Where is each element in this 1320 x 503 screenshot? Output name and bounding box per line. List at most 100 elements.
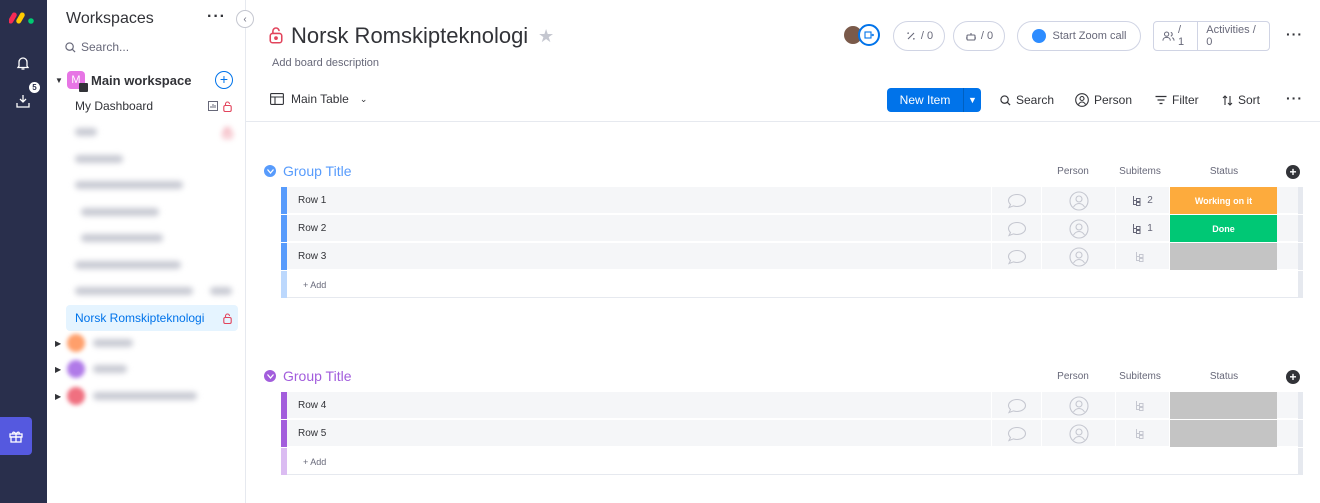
view-selector[interactable]: Main Table ⌄ [270, 92, 367, 106]
group-collapse-icon[interactable] [264, 165, 276, 177]
workspace-item-blurred[interactable]: ▶ [55, 358, 235, 380]
sidebar-more-icon[interactable]: ··· [207, 8, 226, 26]
search-button[interactable]: Search [1000, 93, 1054, 107]
filter-button[interactable]: Filter [1155, 93, 1199, 107]
sidebar-item-my-dashboard[interactable]: My Dashboard [66, 93, 238, 119]
sidebar-search[interactable]: Search... [65, 40, 129, 54]
add-column-button[interactable]: + [1286, 165, 1300, 179]
person-cell[interactable] [1041, 215, 1115, 242]
board-toolbar: Main Table ⌄ New Item ▼ Search Person Fi… [246, 88, 1320, 112]
updates-icon[interactable] [991, 243, 1041, 270]
table-row[interactable]: Row 4 [281, 392, 1303, 419]
group-title[interactable]: Group Title [283, 163, 351, 179]
row-end [1298, 243, 1303, 270]
status-cell[interactable]: Working on it [1169, 187, 1277, 214]
updates-icon[interactable] [991, 420, 1041, 447]
column-header-status[interactable]: Status [1194, 371, 1254, 382]
sidebar-item-blurred[interactable] [66, 146, 238, 172]
new-item-button[interactable]: New Item ▼ [887, 88, 981, 112]
toolbar-more-icon[interactable]: ··· [1286, 90, 1303, 106]
person-placeholder-icon [1068, 190, 1089, 211]
chevron-down-icon[interactable]: ▼ [963, 88, 981, 112]
row-name[interactable]: Row 1 [298, 195, 326, 206]
sidebar-item-blurred[interactable] [66, 225, 238, 251]
favorite-star-icon[interactable]: ★ [538, 26, 554, 47]
bell-icon[interactable] [12, 52, 34, 74]
add-workspace-item-button[interactable]: + [215, 71, 233, 89]
updates-icon[interactable] [991, 187, 1041, 214]
sidebar-item-norsk-romskipteknologi[interactable]: Norsk Romskipteknologi [66, 305, 238, 331]
add-item-label[interactable]: + Add [303, 280, 326, 290]
board-description[interactable]: Add board description [272, 57, 379, 69]
group-collapse-icon[interactable] [264, 370, 276, 382]
zoom-icon [1031, 29, 1046, 43]
workspace-sidebar: Workspaces ··· ‹ Search... ▼ M Main work… [47, 0, 254, 503]
inbox-icon[interactable] [12, 90, 34, 112]
status-cell[interactable] [1169, 243, 1277, 270]
group-title[interactable]: Group Title [283, 368, 351, 384]
subitems-cell[interactable] [1115, 392, 1169, 419]
table-row[interactable]: Row 5 [281, 420, 1303, 447]
toolbar-divider [246, 121, 1320, 122]
person-cell[interactable] [1041, 187, 1115, 214]
gift-icon[interactable] [0, 417, 32, 455]
row-name[interactable]: Row 3 [298, 251, 326, 262]
group-header[interactable]: Group Title [264, 162, 351, 180]
sidebar-item-blurred[interactable] [66, 119, 238, 145]
sort-button[interactable]: Sort [1222, 93, 1260, 107]
updates-icon[interactable] [991, 215, 1041, 242]
person-filter-button[interactable]: Person [1075, 93, 1132, 107]
status-cell[interactable] [1169, 420, 1277, 447]
board-members-avatars[interactable] [842, 24, 882, 48]
members-activities-button[interactable]: / 1 Activities / 0 [1153, 21, 1270, 51]
row-name[interactable]: Row 5 [298, 428, 326, 439]
workspace-name: Main workspace [91, 72, 192, 88]
person-cell[interactable] [1041, 243, 1115, 270]
board-more-icon[interactable]: ··· [1286, 26, 1303, 42]
workspace-item-blurred[interactable]: ▶ [55, 332, 235, 354]
row-end [1298, 420, 1303, 447]
zoom-call-button[interactable]: Start Zoom call [1017, 21, 1141, 51]
automations-button[interactable]: / 0 [953, 21, 1005, 51]
workspace-selector[interactable]: ▼ M Main workspace [55, 69, 235, 92]
filter-icon [1155, 95, 1167, 105]
add-column-button[interactable]: + [1286, 370, 1300, 384]
person-cell[interactable] [1041, 420, 1115, 447]
members-count[interactable]: / 1 [1154, 22, 1199, 50]
status-cell[interactable]: Done [1169, 215, 1277, 242]
updates-icon[interactable] [991, 392, 1041, 419]
subitems-cell[interactable] [1115, 420, 1169, 447]
column-header-person[interactable]: Person [1043, 371, 1103, 382]
integrations-button[interactable]: / 0 [893, 21, 945, 51]
subitems-cell[interactable]: 1 [1115, 215, 1169, 242]
board-title[interactable]: Norsk Romskipteknologi [291, 23, 528, 49]
status-cell[interactable] [1169, 392, 1277, 419]
add-item-label[interactable]: + Add [303, 457, 326, 467]
sidebar-item-blurred[interactable] [66, 278, 238, 304]
add-item-row[interactable]: + Add [281, 448, 1303, 475]
column-header-status[interactable]: Status [1194, 166, 1254, 177]
sidebar-search-placeholder: Search... [81, 40, 130, 54]
sidebar-item-blurred[interactable] [66, 199, 238, 225]
sidebar-item-blurred[interactable] [66, 172, 238, 198]
subitems-cell[interactable] [1115, 243, 1169, 270]
column-header-subitems[interactable]: Subitems [1110, 166, 1170, 177]
column-header-person[interactable]: Person [1043, 166, 1103, 177]
table-row[interactable]: Row 2 1 Done [281, 215, 1303, 242]
monday-logo[interactable] [9, 9, 37, 25]
search-icon [65, 41, 76, 53]
row-name[interactable]: Row 2 [298, 223, 326, 234]
row-name[interactable]: Row 4 [298, 400, 326, 411]
subitems-cell[interactable]: 2 [1115, 187, 1169, 214]
person-cell[interactable] [1041, 392, 1115, 419]
workspace-item-blurred[interactable]: ▶ [55, 385, 235, 407]
caret-right-icon: ▶ [55, 364, 62, 374]
table-row[interactable]: Row 3 [281, 243, 1303, 270]
sidebar-item-blurred[interactable] [66, 252, 238, 278]
activities-label[interactable]: Activities / 0 [1198, 24, 1269, 48]
add-item-row[interactable]: + Add [281, 271, 1303, 298]
group-header[interactable]: Group Title [264, 367, 351, 385]
column-header-subitems[interactable]: Subitems [1110, 371, 1170, 382]
table-row[interactable]: Row 1 2 Working on it [281, 187, 1303, 214]
chevron-down-icon: ⌄ [359, 93, 368, 104]
